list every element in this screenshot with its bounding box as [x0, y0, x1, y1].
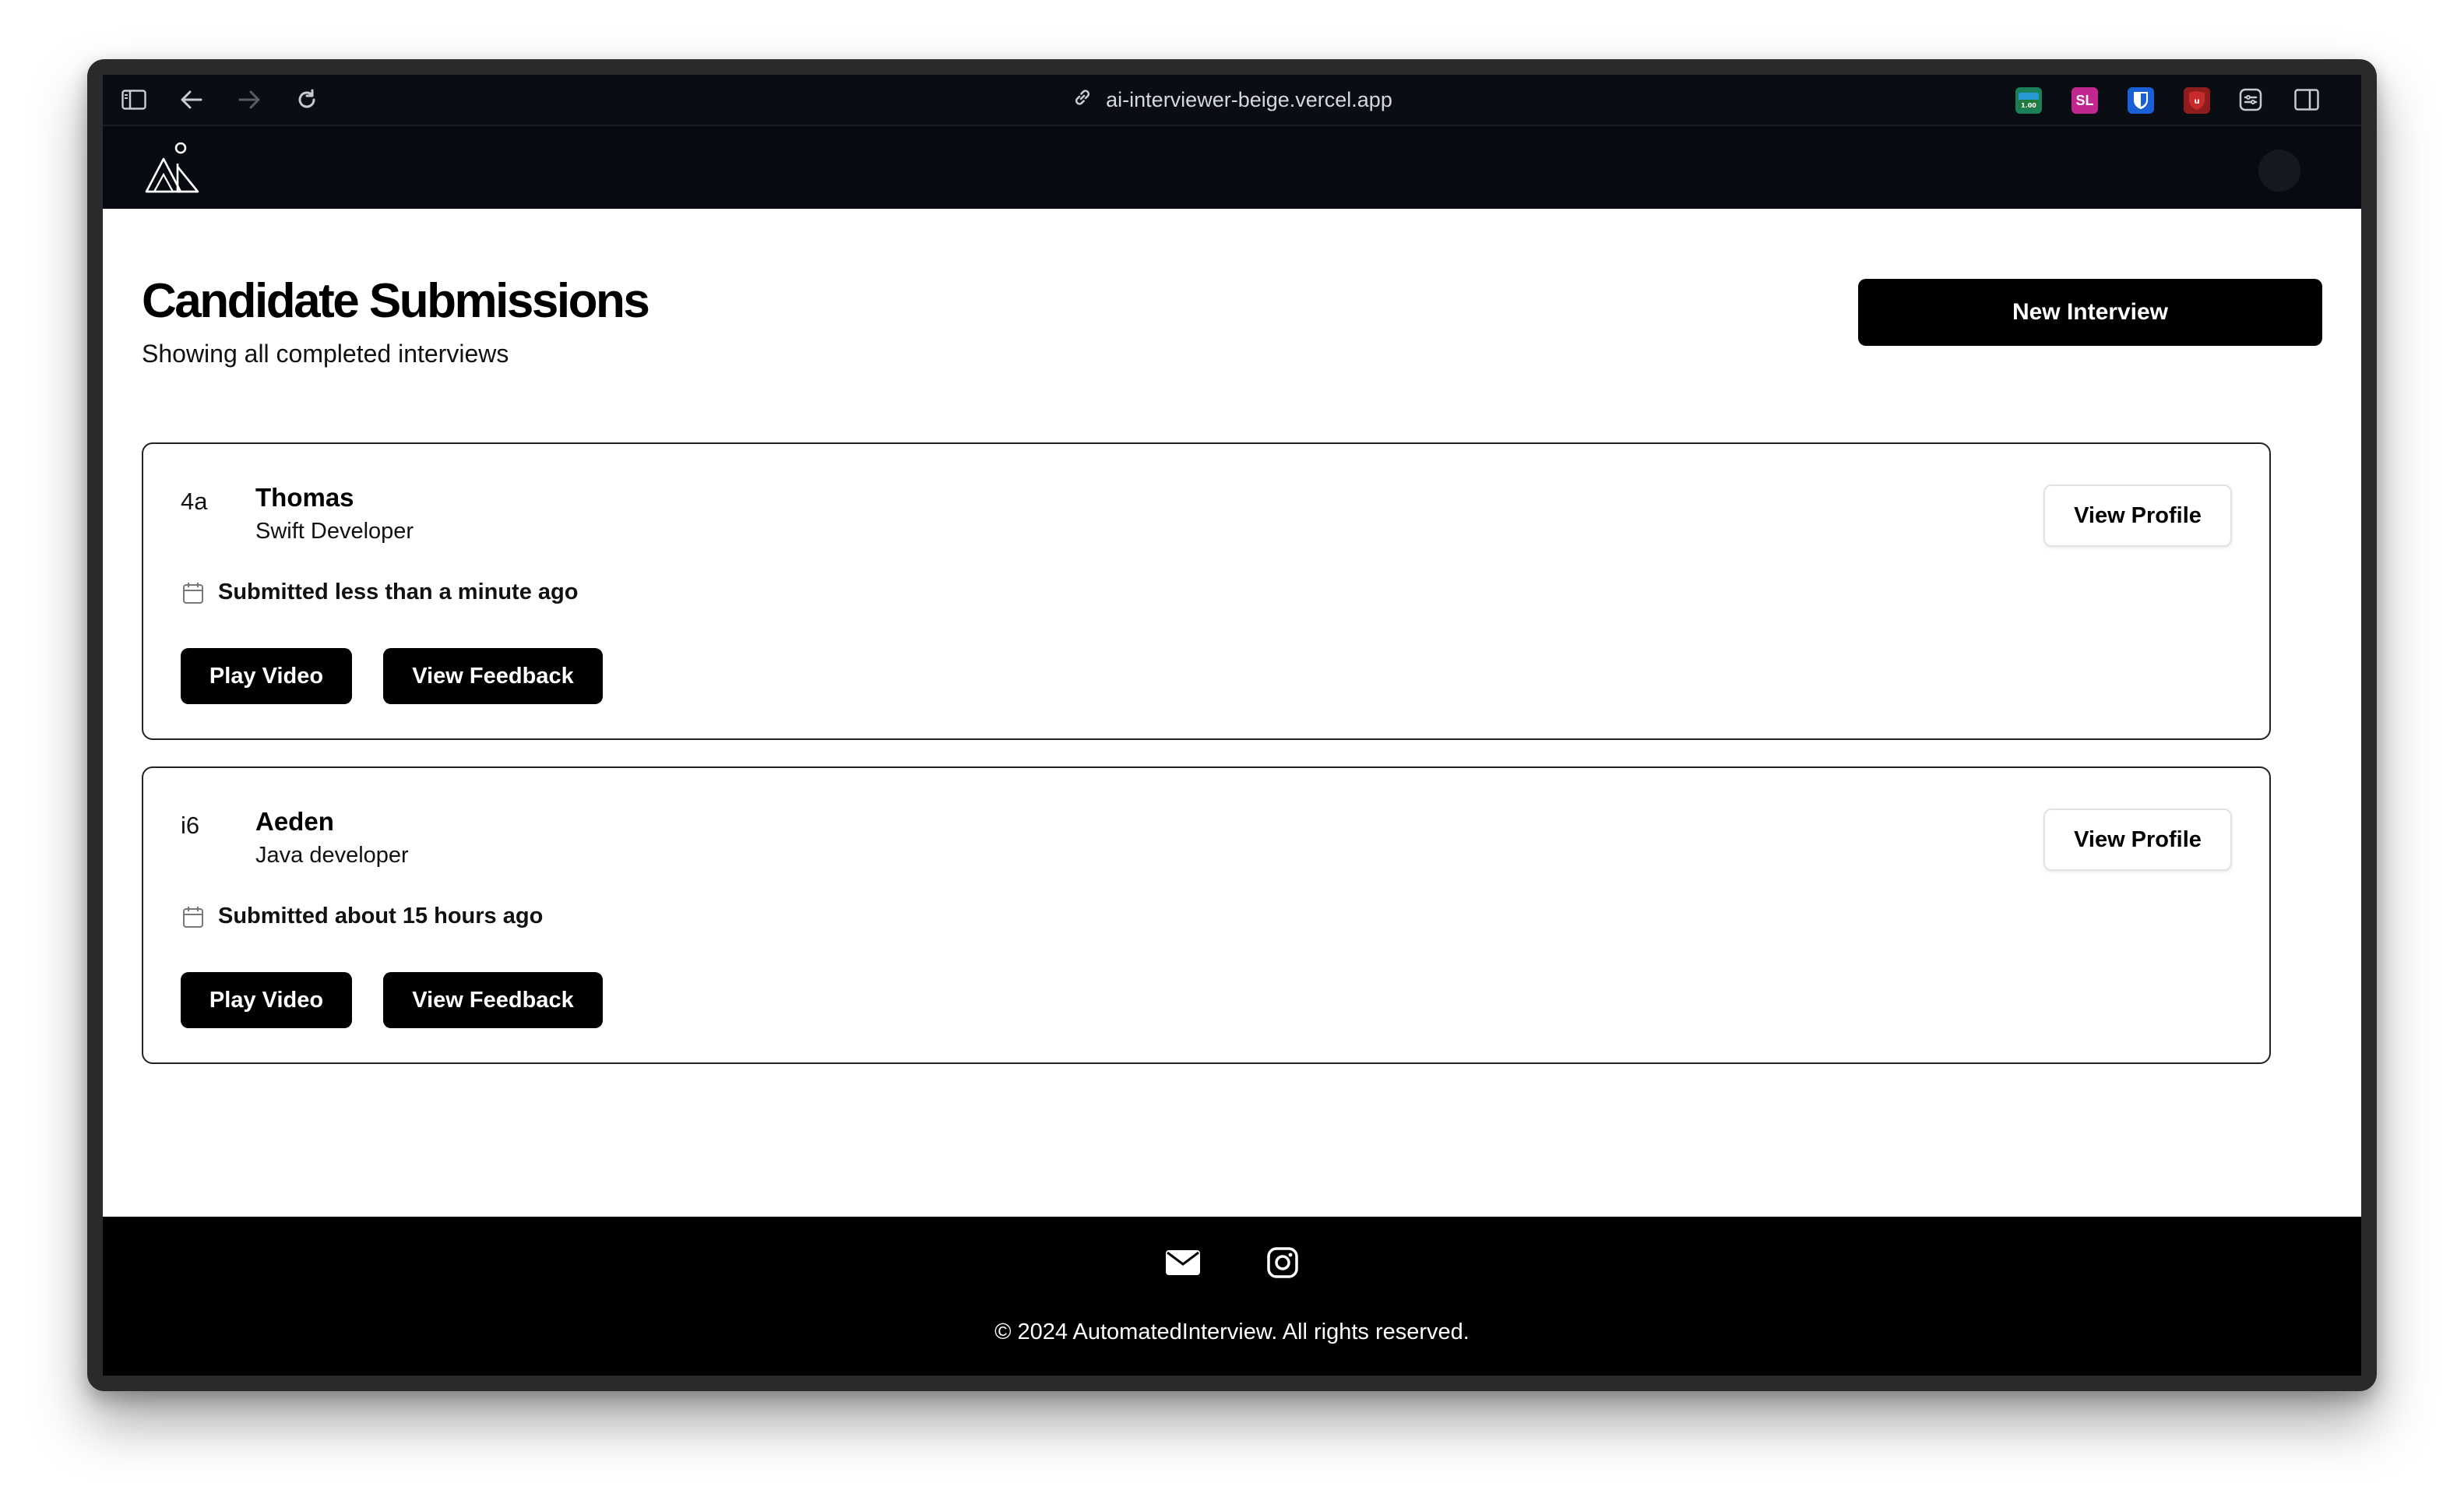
view-profile-button[interactable]: View Profile	[2043, 809, 2232, 871]
url-text: ai-interviewer-beige.vercel.app	[1106, 87, 1392, 111]
page-title: Candidate Submissions	[142, 274, 650, 328]
svg-text:1.00: 1.00	[2021, 102, 2036, 109]
split-view-icon[interactable]	[2293, 86, 2321, 114]
page-subtitle: Showing all completed interviews	[142, 340, 509, 368]
view-feedback-button[interactable]: View Feedback	[383, 972, 603, 1028]
play-video-button[interactable]: Play Video	[181, 972, 352, 1028]
mail-icon[interactable]	[1163, 1243, 1202, 1282]
submitted-text: Submitted about 15 hours ago	[218, 904, 544, 928]
calendar-icon	[181, 580, 206, 605]
app-header	[103, 126, 2361, 209]
candidate-avatar: 4a	[181, 488, 208, 515]
browser-toolbar: ai-interviewer-beige.vercel.app 1.00 SL …	[103, 75, 2361, 126]
submission-card: 4a Thomas Swift Developer View Profile S…	[142, 442, 2271, 740]
browser-window: ai-interviewer-beige.vercel.app 1.00 SL …	[87, 59, 2377, 1391]
browser-viewport: ai-interviewer-beige.vercel.app 1.00 SL …	[103, 75, 2361, 1376]
user-avatar[interactable]	[2258, 150, 2300, 192]
instagram-icon[interactable]	[1263, 1243, 1302, 1282]
folder-tags-extension-icon[interactable]: 1.00	[2015, 87, 2042, 114]
view-feedback-button[interactable]: View Feedback	[383, 648, 603, 704]
candidate-name: Aeden	[255, 807, 334, 836]
link-icon	[1072, 86, 1093, 114]
submitted-text: Submitted less than a minute ago	[218, 580, 579, 604]
candidate-avatar: i6	[181, 812, 200, 839]
submitted-time: Submitted less than a minute ago	[181, 580, 578, 605]
bitwarden-shield-icon[interactable]	[2128, 87, 2154, 114]
tab-overview-icon[interactable]	[2237, 86, 2265, 114]
play-video-button[interactable]: Play Video	[181, 648, 352, 704]
ublock-shield-icon[interactable]: u	[2184, 87, 2210, 114]
svg-text:u: u	[2194, 97, 2199, 106]
page-footer: © 2024 AutomatedInterview. All rights re…	[103, 1217, 2361, 1376]
submitted-time: Submitted about 15 hours ago	[181, 904, 543, 929]
candidate-name: Thomas	[255, 483, 354, 512]
new-interview-button[interactable]: New Interview	[1858, 279, 2322, 346]
candidate-role: Java developer	[255, 843, 409, 868]
candidate-role: Swift Developer	[255, 519, 414, 544]
calendar-icon	[181, 904, 206, 929]
sl-extension-icon[interactable]: SL	[2072, 87, 2098, 114]
ai-logo-icon[interactable]	[143, 140, 199, 196]
submission-card: i6 Aeden Java developer View Profile Sub…	[142, 766, 2271, 1064]
copyright-text: © 2024 AutomatedInterview. All rights re…	[994, 1320, 1470, 1344]
view-profile-button[interactable]: View Profile	[2043, 484, 2232, 547]
